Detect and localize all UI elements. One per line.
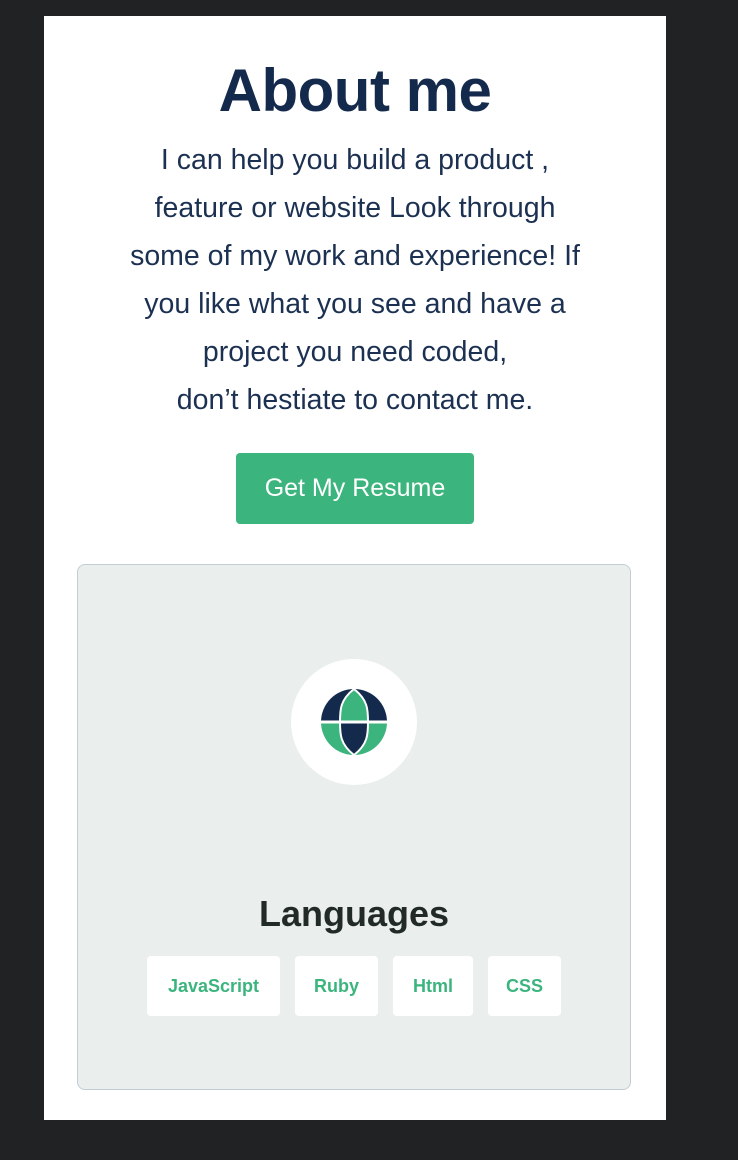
globe-icon bbox=[321, 689, 387, 755]
intro-text: I can help you build a product , feature… bbox=[100, 136, 610, 424]
card-title: Languages bbox=[258, 893, 450, 934]
tag-ruby: Ruby bbox=[295, 956, 378, 1016]
intro-line: don’t hestiate to contact me. bbox=[176, 384, 534, 416]
languages-card: Languages JavaScript Ruby Html CSS bbox=[77, 564, 631, 1090]
intro-line: I can help you build a product , bbox=[160, 144, 550, 176]
intro-line: project you need coded, bbox=[202, 336, 508, 368]
tag-css: CSS bbox=[488, 956, 561, 1016]
intro-line: feature or website Look through bbox=[154, 192, 556, 224]
tag-html: Html bbox=[393, 956, 473, 1016]
about-section: About me I can help you build a product … bbox=[44, 16, 666, 1120]
page-title: About me bbox=[218, 57, 492, 124]
icon-badge bbox=[291, 659, 417, 785]
get-resume-button[interactable]: Get My Resume bbox=[236, 453, 474, 524]
language-tags: JavaScript Ruby Html CSS bbox=[78, 956, 630, 1016]
intro-line: you like what you see and have a bbox=[144, 288, 566, 320]
intro-line: some of my work and experience! If bbox=[130, 240, 580, 272]
tag-javascript: JavaScript bbox=[147, 956, 280, 1016]
